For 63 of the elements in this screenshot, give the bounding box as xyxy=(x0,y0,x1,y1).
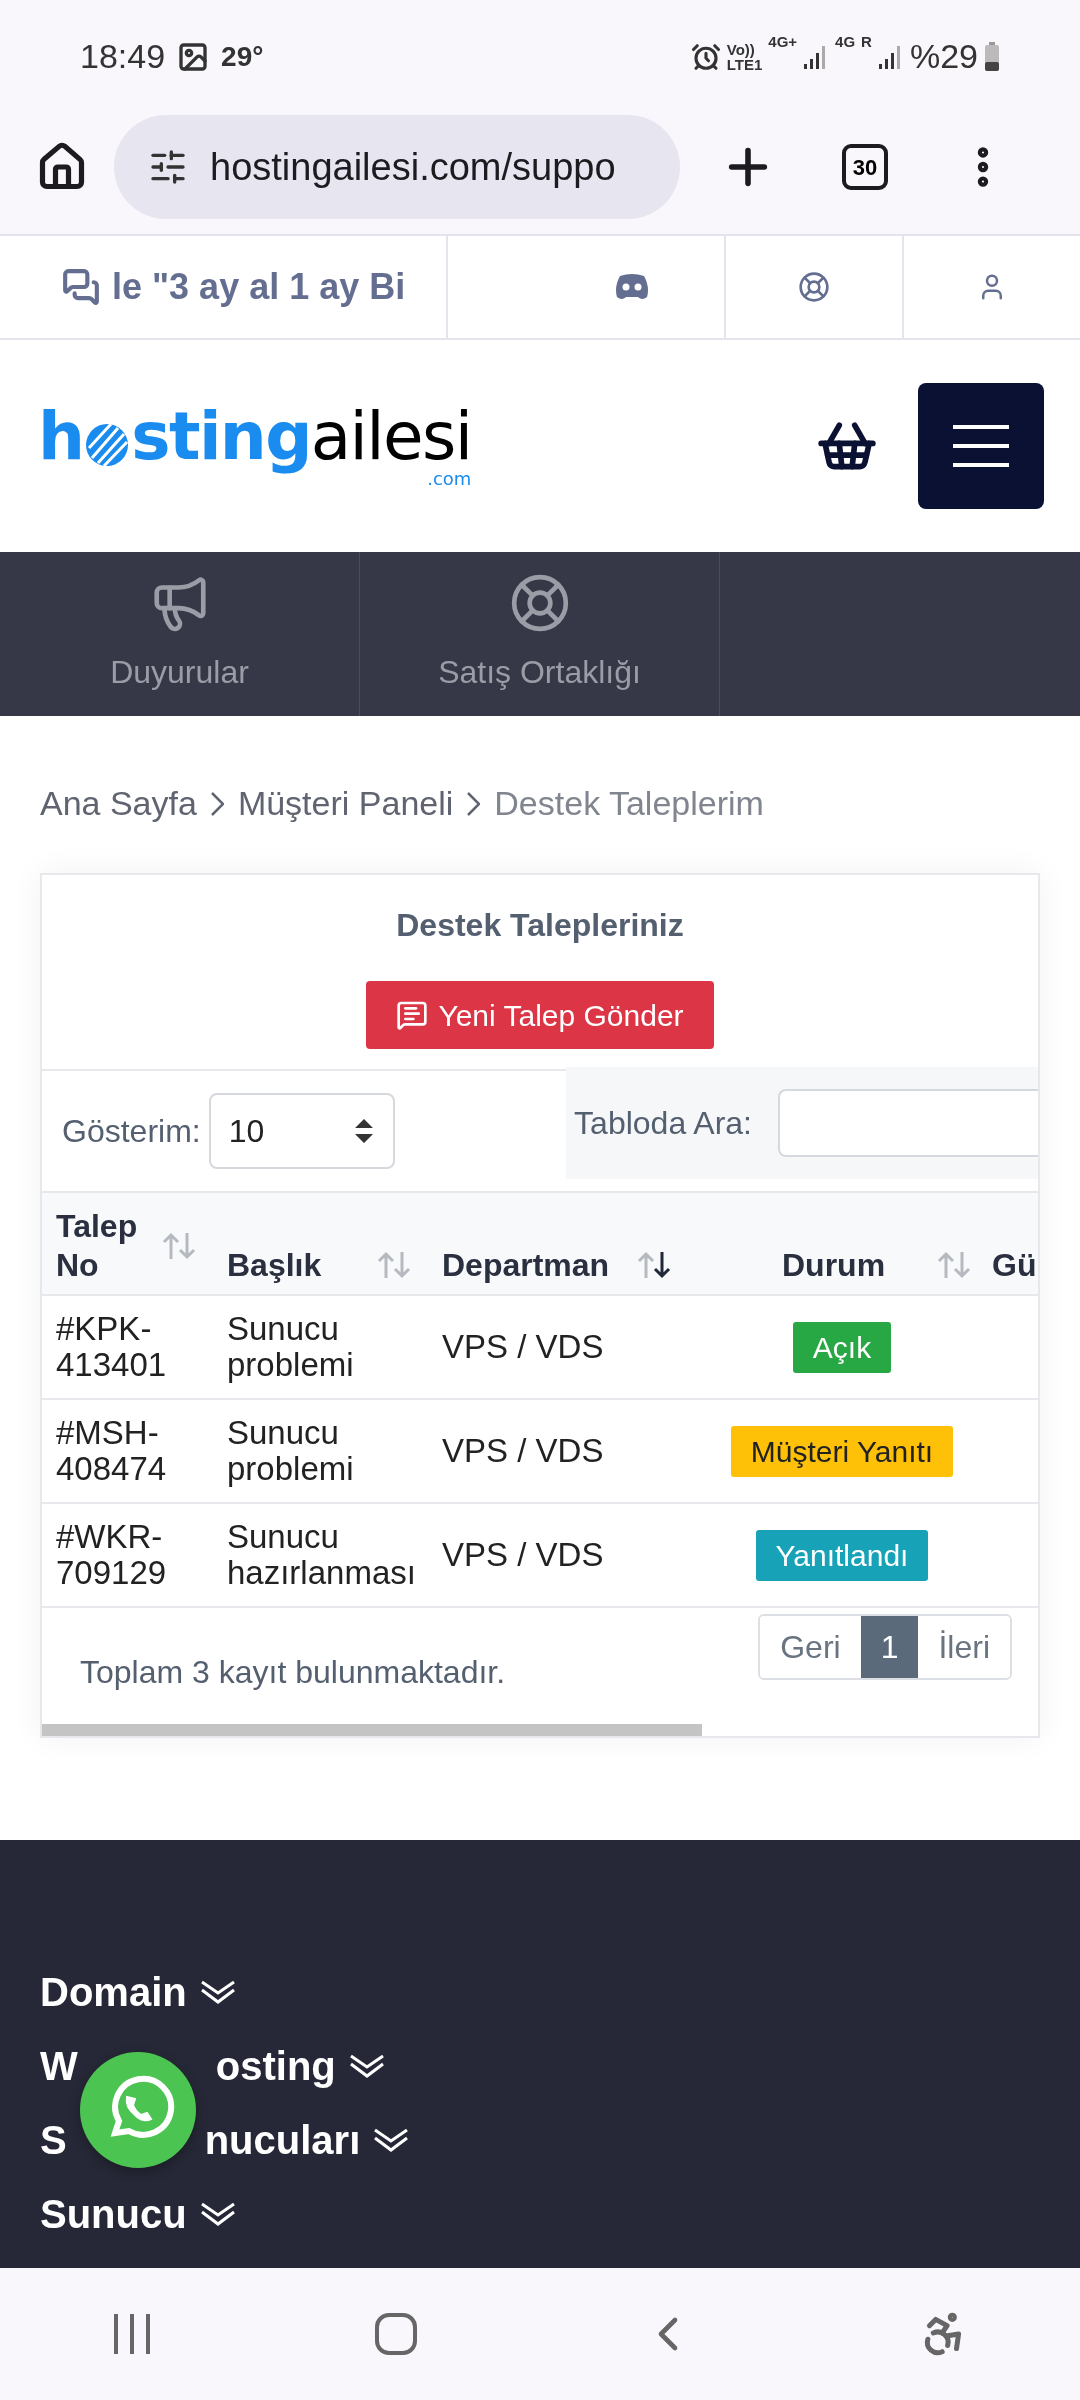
table-cell-text: Sunucu problemi xyxy=(227,1414,355,1488)
logo-suffix: .com xyxy=(427,470,472,488)
image-icon xyxy=(177,40,210,73)
chevron-right-icon xyxy=(467,791,481,816)
chat-icon xyxy=(62,268,100,306)
column-header[interactable]: Başlık xyxy=(227,1245,322,1284)
message-icon xyxy=(396,999,429,1031)
table-cell: Sunucu hazırlanması xyxy=(227,1518,417,1592)
footer-menu-item[interactable]: S xyxy=(40,2120,67,2160)
alarm-icon xyxy=(690,41,721,72)
pagination-button[interactable]: 1 xyxy=(860,1616,919,1678)
new-ticket-button[interactable]: Yeni Talep Gönder xyxy=(366,981,714,1049)
network-label: R xyxy=(861,32,872,52)
column-header[interactable]: Gü xyxy=(992,1245,1037,1284)
total-text: Toplam 3 kayıt bulunmaktadır. xyxy=(80,1653,506,1692)
temperature: 29° xyxy=(221,39,264,74)
search-label: Tabloda Ara: xyxy=(574,1104,752,1143)
tab-count[interactable]: 30 xyxy=(842,144,888,190)
network-label: Vo)) xyxy=(726,41,756,57)
sort-icon[interactable] xyxy=(636,1249,672,1280)
footer-menu-item[interactable]: osting xyxy=(215,2046,336,2086)
announcement-text[interactable]: le "3 ay al 1 ay Bi xyxy=(112,260,406,314)
status-badge: Yanıtlandı xyxy=(755,1529,929,1581)
address-bar[interactable]: hostingailesi.com/suppo xyxy=(114,115,680,219)
card-title: Destek Talepleriniz xyxy=(396,906,684,945)
recent-apps-icon[interactable] xyxy=(111,2312,152,2356)
footer-menu-item[interactable]: nucuları xyxy=(204,2120,361,2160)
breadcrumb-link[interactable]: Ana Sayfa xyxy=(40,778,197,829)
breadcrumb-link[interactable]: Müşteri Paneli xyxy=(237,778,454,829)
battery-percent: %29 xyxy=(909,36,978,77)
footer-menu-item[interactable]: Sunucu xyxy=(40,2194,187,2234)
search-field[interactable] xyxy=(778,1089,1038,1157)
table-cell-text: #KPK-413401 xyxy=(56,1310,168,1384)
column-header[interactable]: Durum xyxy=(782,1245,886,1284)
clock-time: 18:49 xyxy=(80,36,166,77)
table-cell-text: #MSH-408474 xyxy=(56,1414,168,1488)
table-cell: VPS / VDS xyxy=(442,1328,604,1366)
network-label: 4G+ xyxy=(768,32,798,52)
lifebuoy-icon[interactable] xyxy=(798,271,830,303)
column-header[interactable]: Departman xyxy=(442,1245,610,1284)
scrollbar[interactable] xyxy=(42,1724,702,1736)
settings-icon[interactable] xyxy=(148,147,188,187)
footer-menu-item[interactable]: W xyxy=(40,2046,78,2086)
gamepad-icon[interactable] xyxy=(614,273,650,301)
nav-item[interactable]: Satış Ortaklığı xyxy=(360,552,720,716)
status-badge: Açık xyxy=(792,1321,892,1373)
table-cell-text: Sunucu problemi xyxy=(227,1310,355,1384)
battery-icon xyxy=(984,41,1000,72)
status-badge: Müşteri Yanıtı xyxy=(730,1425,954,1477)
url-text: hostingailesi.com/suppo xyxy=(210,144,616,190)
menu-button[interactable] xyxy=(918,383,1044,509)
show-label: Gösterim: xyxy=(62,1112,201,1151)
column-header[interactable]: Talep No xyxy=(56,1207,138,1284)
network-label: 4G xyxy=(835,32,856,52)
nav-item[interactable]: Duyurular xyxy=(0,552,360,716)
footer-menu-item[interactable]: Domain xyxy=(40,1972,187,2012)
page-size-select[interactable]: 10 xyxy=(208,1093,395,1169)
breadcrumb-current: Destek Taleplerim xyxy=(494,783,764,824)
table-cell: VPS / VDS xyxy=(442,1536,604,1574)
table-cell: VPS / VDS xyxy=(442,1432,604,1470)
table-cell-text: #WKR-709129 xyxy=(56,1518,168,1592)
chevron-right-icon xyxy=(210,791,224,816)
logo-text[interactable]: ailesi xyxy=(310,404,472,470)
